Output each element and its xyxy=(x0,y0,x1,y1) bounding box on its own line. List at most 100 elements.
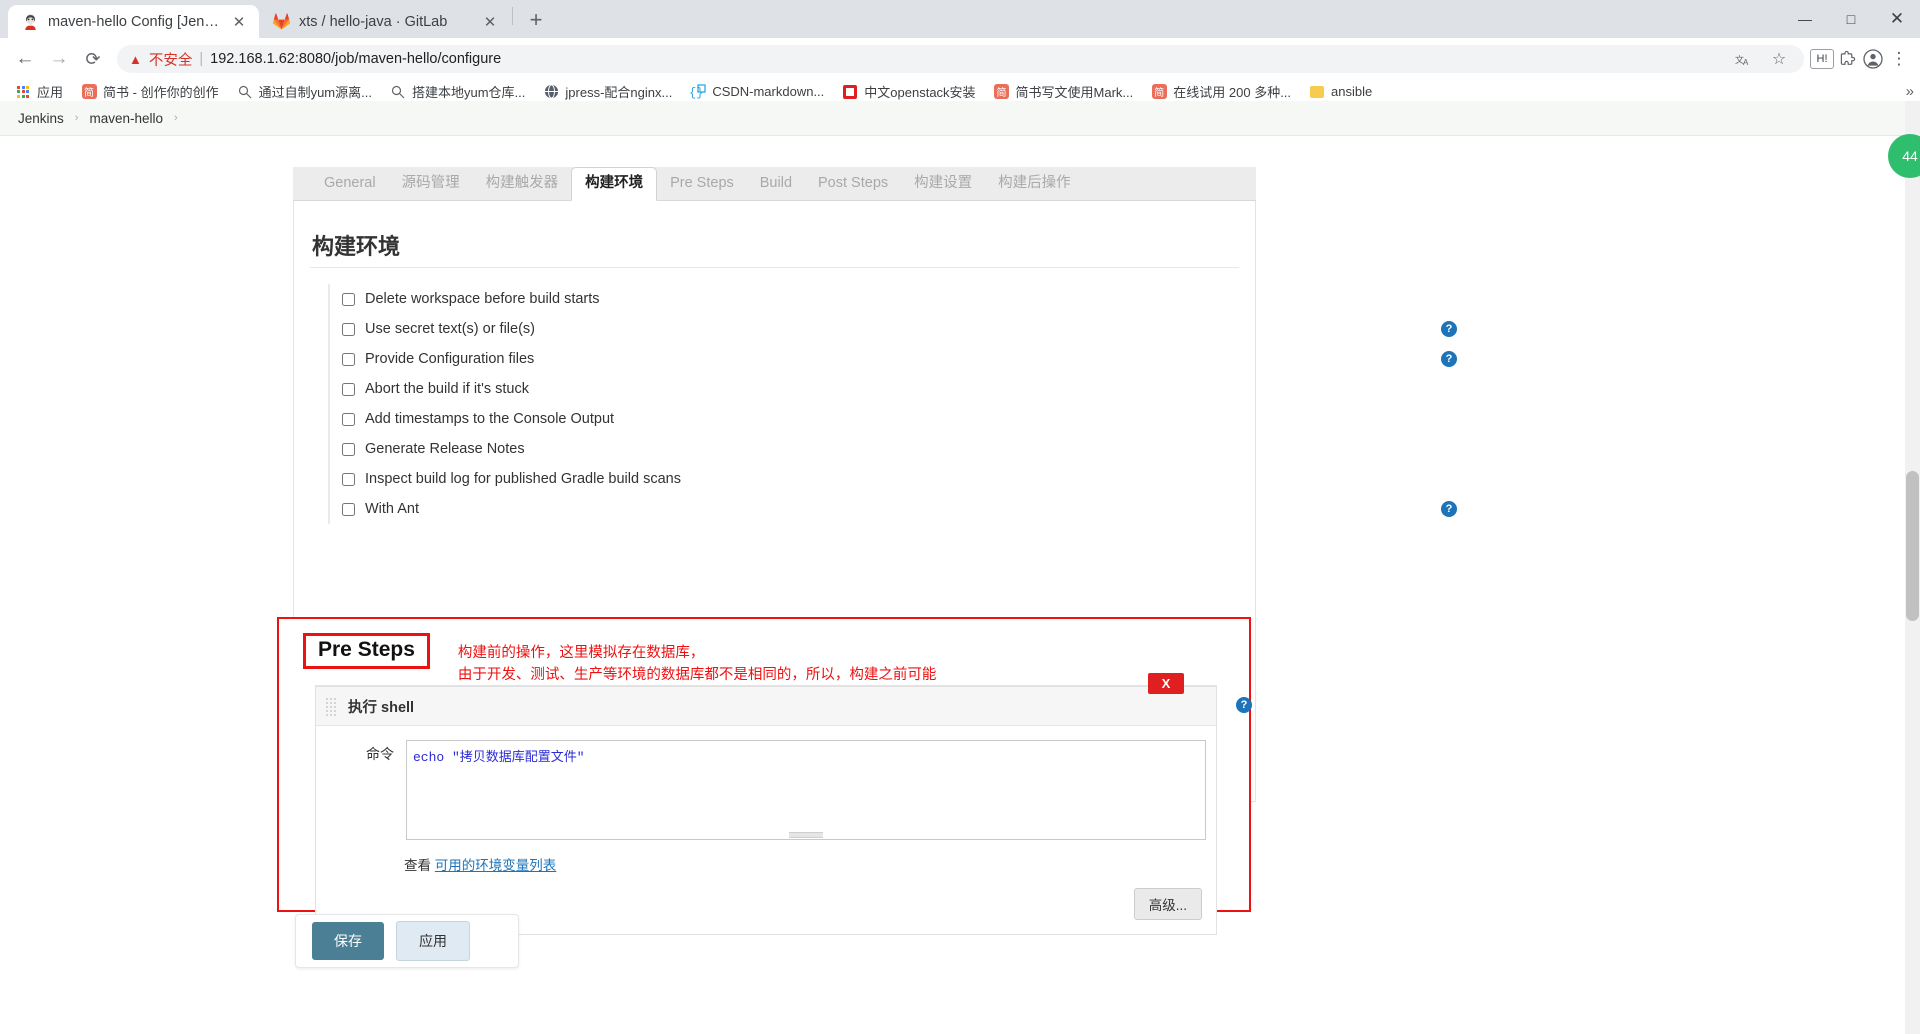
bookmark-csdn-markdown[interactable]: {} CSDN-markdown... xyxy=(683,82,831,102)
url-text[interactable]: 192.168.1.62:8080/job/maven-hello/config… xyxy=(210,51,501,67)
bookmark-online-tools[interactable]: 简 在线试用 200 多种... xyxy=(1144,80,1298,103)
profile-icon[interactable] xyxy=(1860,46,1886,72)
checkbox-provide-config-files[interactable] xyxy=(342,352,355,366)
checkbox-with-ant[interactable] xyxy=(342,502,355,516)
checkbox-delete-workspace[interactable] xyxy=(342,292,355,306)
option-abort-if-stuck[interactable]: Abort the build if it's stuck xyxy=(328,374,1235,404)
bookmarks-overflow-icon[interactable]: » xyxy=(1906,83,1914,100)
help-icon[interactable]: ? xyxy=(1441,501,1457,517)
minimize-button[interactable]: — xyxy=(1782,0,1828,38)
bookmark-label: 简书 - 创作你的创作 xyxy=(103,85,219,100)
option-add-timestamps[interactable]: Add timestamps to the Console Output xyxy=(328,404,1235,434)
openstack-icon xyxy=(842,84,858,100)
breadcrumb: Jenkins › maven-hello › xyxy=(0,101,1920,136)
folder-icon xyxy=(1309,84,1325,100)
help-icon[interactable]: ? xyxy=(1236,697,1252,713)
extension-badge-icon[interactable]: H! xyxy=(1810,49,1834,69)
option-label: With Ant xyxy=(365,501,419,517)
bookmark-apps[interactable]: 应用 xyxy=(8,80,70,103)
search-icon xyxy=(390,84,406,100)
bookmark-yum-source[interactable]: 通过自制yum源离... xyxy=(230,80,379,103)
tab-build-triggers[interactable]: 构建触发器 xyxy=(473,167,572,200)
jianshu-icon: 简 xyxy=(1151,84,1167,100)
bookmark-label: CSDN-markdown... xyxy=(712,84,825,99)
bookmark-jianshu[interactable]: 简 简书 - 创作你的创作 xyxy=(74,80,226,103)
option-inspect-gradle-scans[interactable]: Inspect build log for published Gradle b… xyxy=(328,464,1235,494)
bookmark-openstack[interactable]: 中文openstack安装 xyxy=(835,80,982,103)
warning-triangle-icon: ▲ xyxy=(129,51,142,67)
bookmark-local-yum-repo[interactable]: 搭建本地yum仓库... xyxy=(383,80,532,103)
help-icon[interactable]: ? xyxy=(1441,351,1457,367)
omnibox-separator: | xyxy=(199,51,204,67)
bookmark-star-icon[interactable]: ☆ xyxy=(1766,46,1792,72)
address-bar[interactable]: ▲ 不安全 | 192.168.1.62:8080/job/maven-hell… xyxy=(117,45,1804,73)
jianshu-icon: 简 xyxy=(994,84,1010,100)
env-variables-link[interactable]: 可用的环境变量列表 xyxy=(435,858,557,873)
bookmark-label: 在线试用 200 多种... xyxy=(1173,85,1292,100)
bookmark-label: 简书写文使用Mark... xyxy=(1015,85,1134,100)
save-button[interactable]: 保存 xyxy=(312,922,384,960)
option-generate-release-notes[interactable]: Generate Release Notes xyxy=(328,434,1235,464)
tab-post-build-actions[interactable]: 构建后操作 xyxy=(985,167,1084,200)
option-label: Generate Release Notes xyxy=(365,441,525,457)
env-variables-row: 查看 可用的环境变量列表 xyxy=(316,848,1216,874)
tab-general[interactable]: General xyxy=(311,167,389,200)
browser-tab-jenkins[interactable]: maven-hello Config [Jenkins] ✕ xyxy=(8,5,259,38)
browser-tab-gitlab[interactable]: xts / hello-java · GitLab ✕ xyxy=(259,5,510,38)
tab-close-icon[interactable]: ✕ xyxy=(480,12,500,32)
reload-icon[interactable]: ⟳ xyxy=(76,44,110,74)
tab-build-environment[interactable]: 构建环境 xyxy=(571,167,658,201)
option-delete-workspace[interactable]: Delete workspace before build starts xyxy=(328,284,1235,314)
config-content: General 源码管理 构建触发器 构建环境 Pre Steps Build … xyxy=(0,136,1920,1034)
step-title: 执行 shell xyxy=(348,699,415,716)
tab-build[interactable]: Build xyxy=(747,167,805,200)
tab-post-steps[interactable]: Post Steps xyxy=(805,167,901,200)
apply-button[interactable]: 应用 xyxy=(396,921,470,961)
page-scrollbar[interactable] xyxy=(1905,101,1920,1034)
browser-menu-icon[interactable]: ⋮ xyxy=(1886,46,1912,72)
code-icon: {} xyxy=(690,84,706,100)
option-with-ant[interactable]: With Ant ? xyxy=(328,494,1457,524)
option-provide-config-files[interactable]: Provide Configuration files ? xyxy=(328,344,1457,374)
checkbox-add-timestamps[interactable] xyxy=(342,412,355,426)
checkbox-inspect-gradle-scans[interactable] xyxy=(342,472,355,486)
maximize-button[interactable]: □ xyxy=(1828,0,1874,38)
tab-title: xts / hello-java · GitLab xyxy=(299,13,448,30)
command-value: echo "拷贝数据库配置文件" xyxy=(413,750,585,765)
scrollbar-thumb[interactable] xyxy=(1906,471,1919,621)
checkbox-generate-release-notes[interactable] xyxy=(342,442,355,456)
bookmark-jpress-nginx[interactable]: jpress-配合nginx... xyxy=(536,80,679,103)
breadcrumb-separator: › xyxy=(74,112,79,124)
checkbox-use-secret[interactable] xyxy=(342,322,355,336)
bookmark-label: 应用 xyxy=(37,85,64,100)
breadcrumb-item-jenkins[interactable]: Jenkins xyxy=(18,111,64,126)
help-icon[interactable]: ? xyxy=(1441,321,1457,337)
extensions-icon[interactable] xyxy=(1834,46,1860,72)
build-environment-options: Delete workspace before build starts Use… xyxy=(294,268,1457,524)
forward-icon[interactable]: → xyxy=(42,44,76,74)
bookmark-jianshu-markdown[interactable]: 简 简书写文使用Mark... xyxy=(987,80,1141,103)
config-tab-bar: General 源码管理 构建触发器 构建环境 Pre Steps Build … xyxy=(293,167,1256,201)
option-use-secret[interactable]: Use secret text(s) or file(s) ? xyxy=(328,314,1457,344)
bookmark-label: jpress-配合nginx... xyxy=(565,85,673,100)
breadcrumb-item-maven-hello[interactable]: maven-hello xyxy=(89,111,163,126)
back-icon[interactable]: ← xyxy=(8,44,42,74)
advanced-button[interactable]: 高级... xyxy=(1133,888,1202,920)
window-close-button[interactable]: ✕ xyxy=(1874,0,1920,38)
new-tab-button[interactable]: + xyxy=(521,5,551,35)
page-title: 构建环境 xyxy=(310,201,1239,268)
execute-shell-header: 执行 shell X ? xyxy=(316,673,1252,726)
command-textarea[interactable]: echo "拷贝数据库配置文件" xyxy=(406,740,1206,840)
tab-build-settings[interactable]: 构建设置 xyxy=(901,167,985,200)
command-label: 命令 xyxy=(366,746,394,762)
tab-pre-steps[interactable]: Pre Steps xyxy=(657,167,747,200)
delete-step-button[interactable]: X xyxy=(1148,673,1184,694)
bookmark-ansible-folder[interactable]: ansible xyxy=(1302,82,1379,102)
drag-handle-icon[interactable] xyxy=(326,698,338,716)
tab-close-icon[interactable]: ✕ xyxy=(229,12,249,32)
jianshu-icon: 简 xyxy=(81,84,97,100)
resize-grip-icon[interactable] xyxy=(789,832,823,838)
checkbox-abort-if-stuck[interactable] xyxy=(342,382,355,396)
tab-scm[interactable]: 源码管理 xyxy=(389,167,473,200)
translate-icon[interactable]: 文A xyxy=(1730,46,1756,72)
